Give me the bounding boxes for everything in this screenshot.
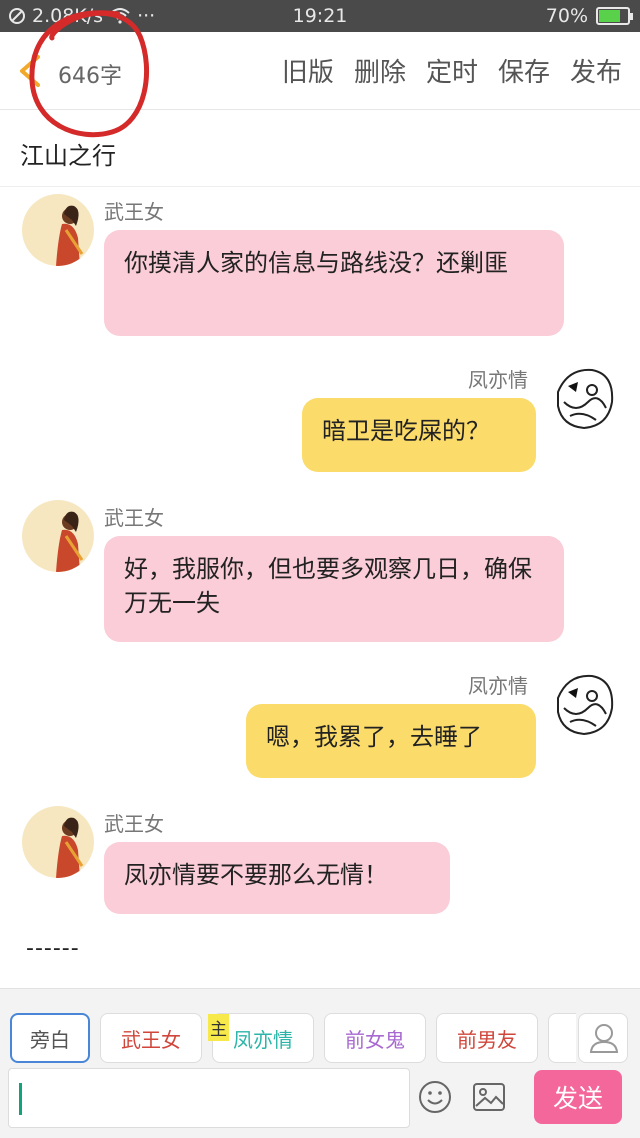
person-icon [589, 1024, 619, 1053]
image-icon[interactable] [472, 1082, 506, 1112]
message-bubble[interactable]: 嗯，我累了，去睡了 [246, 704, 536, 778]
save-button[interactable]: 保存 [498, 52, 550, 89]
sketch-portrait-icon [548, 668, 620, 740]
word-count: 646字 [58, 64, 122, 89]
speaker-name: 武王女 [104, 506, 164, 530]
battery-fill [599, 10, 620, 22]
story-title[interactable]: 江山之行 [20, 136, 116, 171]
character-label: 凤亦情 [233, 1027, 293, 1052]
battery-icon [596, 7, 633, 25]
message-bubble[interactable]: 好，我服你，但也要多观察几日，确保万无一失 [104, 536, 564, 642]
message-bubble[interactable]: 你摸清人家的信息与路线没？还剿匪 [104, 230, 564, 336]
character-portrait-icon [22, 806, 94, 878]
avatar-fengyiqing[interactable] [548, 362, 620, 434]
speaker-name: 凤亦情 [468, 674, 528, 698]
speaker-name: 武王女 [104, 812, 164, 836]
speaker-name: 凤亦情 [468, 368, 528, 392]
emoji-icon[interactable] [418, 1080, 452, 1114]
character-label: 武王女 [121, 1027, 181, 1052]
character-chip-qiannvgui[interactable]: 前女鬼 [324, 1013, 426, 1063]
host-tag: 主 [208, 1014, 229, 1041]
message-bubble[interactable]: 暗卫是吃屎的？ [302, 398, 536, 472]
status-time: 19:21 [292, 5, 348, 27]
sketch-portrait-icon [548, 362, 620, 434]
message-bubble[interactable]: 凤亦情要不要那么无情！ [104, 842, 450, 914]
character-label: 前女鬼 [345, 1027, 405, 1052]
send-button[interactable]: 发送 [534, 1070, 622, 1124]
battery-percent: 70% [545, 5, 588, 27]
status-bar: 2.08K/s ··· 19:21 70% [0, 0, 640, 32]
character-portrait-icon [22, 194, 94, 266]
text-caret [19, 1083, 22, 1115]
status-right: 70% [545, 5, 633, 27]
avatar-wuwangnu[interactable] [22, 194, 94, 266]
character-chip-qiannanyou[interactable]: 前男友 [436, 1013, 538, 1063]
editor-toolbar: 646字 旧版 删除 定时 保存 发布 [0, 32, 640, 110]
trailing-text: ------ [26, 936, 80, 961]
title-divider [0, 186, 640, 187]
message-input[interactable] [8, 1068, 410, 1128]
character-portrait-icon [22, 500, 94, 572]
character-chip-wuwangnu[interactable]: 武王女 [100, 1013, 202, 1063]
toolbar-actions: 旧版 删除 定时 保存 发布 [282, 52, 622, 89]
delete-button[interactable]: 删除 [354, 52, 406, 89]
character-chip-overflow[interactable] [548, 1013, 576, 1063]
character-label: 旁白 [30, 1027, 70, 1052]
character-chip-narrator[interactable]: 旁白 [10, 1013, 90, 1063]
character-manage-button[interactable] [578, 1013, 628, 1063]
avatar-wuwangnu[interactable] [22, 806, 94, 878]
speaker-name: 武王女 [104, 200, 164, 224]
old-version-button[interactable]: 旧版 [282, 52, 334, 89]
character-label: 前男友 [457, 1027, 517, 1052]
avatar-fengyiqing[interactable] [548, 668, 620, 740]
schedule-button[interactable]: 定时 [426, 52, 478, 89]
avatar-wuwangnu[interactable] [22, 500, 94, 572]
publish-button[interactable]: 发布 [570, 52, 622, 89]
back-arrow-icon[interactable] [16, 54, 44, 88]
